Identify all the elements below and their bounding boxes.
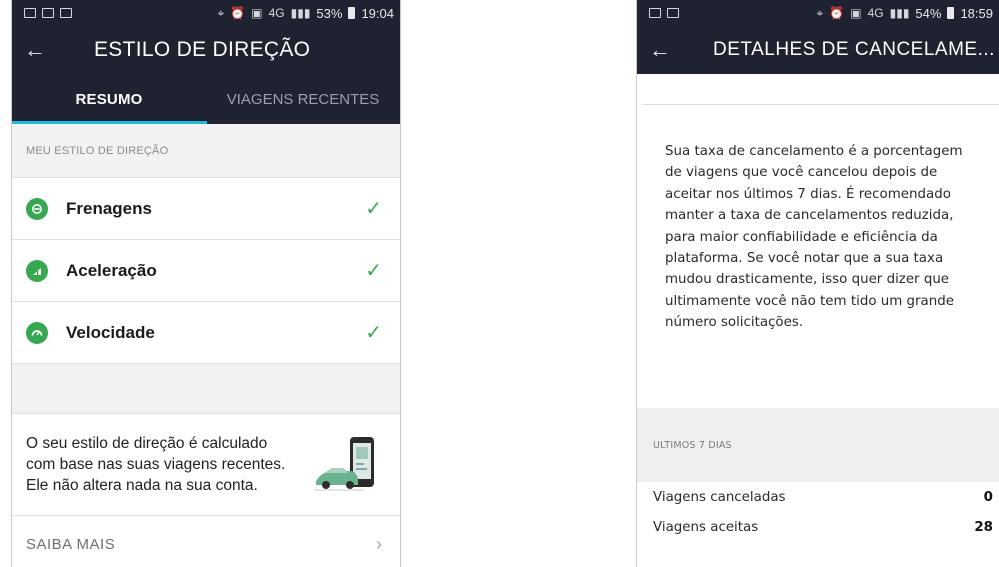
- battery-icon: [348, 7, 356, 19]
- tab-resumo[interactable]: RESUMO: [12, 74, 206, 124]
- section-header: MEU ESTILO DE DIREÇÃO: [12, 124, 400, 178]
- app-bar: ← ESTILO DE DIREÇÃO: [12, 26, 400, 74]
- location-icon: ⌖: [217, 5, 225, 20]
- alarm-icon: ⏰: [829, 6, 845, 20]
- status-notification-icons: [24, 8, 72, 18]
- driving-item-velocidade[interactable]: Velocidade ✓: [12, 302, 400, 364]
- clock: 19:04: [361, 5, 394, 21]
- cancellation-details-screen: ⌖ ⏰ ▣ 4G ▮▮▮ 54% 18:59 ← DETALHES DE CAN…: [636, 0, 999, 567]
- tab-bar: RESUMO VIAGENS RECENTES: [12, 74, 400, 124]
- battery-percent: 54%: [915, 5, 942, 21]
- back-arrow-icon[interactable]: ←: [649, 37, 673, 63]
- stat-value: 28: [974, 519, 993, 535]
- active-tab-indicator: [12, 121, 207, 124]
- learn-more-row[interactable]: SAIBA MAIS ›: [12, 516, 400, 567]
- page-title: DETALHES DE CANCELAME...: [713, 39, 995, 60]
- clock: 18:59: [960, 5, 993, 21]
- battery-icon: [947, 7, 955, 19]
- alarm-icon: ⏰: [230, 6, 246, 20]
- acceleration-icon: [26, 259, 48, 282]
- stat-label: Viagens canceladas: [653, 489, 786, 505]
- check-icon: ✓: [365, 260, 382, 282]
- item-label: Aceleração: [66, 260, 157, 280]
- stat-row-aceitas: Viagens aceitas 28: [637, 512, 999, 542]
- spacer-band: [12, 364, 400, 414]
- driving-item-frenagens[interactable]: Frenagens ✓: [12, 178, 400, 240]
- back-arrow-icon[interactable]: ←: [24, 37, 48, 63]
- status-system-icons: ⌖ ⏰ ▣ 4G ▮▮▮ 53% 19:04: [218, 6, 394, 21]
- network-type: 4G: [268, 6, 285, 20]
- status-bar: ⌖ ⏰ ▣ 4G ▮▮▮ 54% 18:59: [637, 0, 999, 26]
- cancellation-explanation: Sua taxa de cancelamento é a porcentagem…: [665, 144, 963, 331]
- signal-icon: ▮▮▮: [889, 6, 910, 20]
- battery-percent: 53%: [316, 5, 343, 21]
- item-label: Frenagens: [66, 198, 152, 218]
- gallery-icon: [60, 8, 72, 18]
- section-header: ULTIMOS 7 DIAS: [637, 408, 999, 482]
- stat-row-canceladas: Viagens canceladas 0: [637, 482, 999, 512]
- nfc-icon: ▣: [251, 6, 263, 20]
- brake-icon: [26, 197, 48, 220]
- network-type: 4G: [867, 6, 884, 20]
- location-icon: ⌖: [816, 5, 824, 20]
- driving-item-aceleracao[interactable]: Aceleração ✓: [12, 240, 400, 302]
- app-bar: ← DETALHES DE CANCELAME...: [637, 26, 999, 74]
- speed-icon: [26, 321, 48, 344]
- car-phone-illustration-icon: [314, 436, 374, 490]
- driving-style-screen: ⌖ ⏰ ▣ 4G ▮▮▮ 53% 19:04 ← ESTILO DE DIREÇ…: [11, 0, 401, 567]
- mail-icon: [42, 8, 54, 18]
- status-bar: ⌖ ⏰ ▣ 4G ▮▮▮ 53% 19:04: [12, 0, 400, 26]
- stat-label: Viagens aceitas: [653, 519, 759, 535]
- status-notification-icons: [649, 8, 679, 18]
- signal-icon: ▮▮▮: [290, 6, 311, 20]
- chevron-right-icon: ›: [376, 533, 382, 554]
- screenshot-canvas: ⌖ ⏰ ▣ 4G ▮▮▮ 53% 19:04 ← ESTILO DE DIREÇ…: [0, 0, 999, 567]
- check-icon: ✓: [365, 198, 382, 220]
- tab-viagens-recentes[interactable]: VIAGENS RECENTES: [206, 74, 400, 124]
- check-icon: ✓: [365, 322, 382, 344]
- item-label: Velocidade: [66, 322, 155, 342]
- page-title: ESTILO DE DIREÇÃO: [94, 38, 311, 61]
- nfc-icon: ▣: [850, 6, 862, 20]
- gallery-icon: [667, 8, 679, 18]
- info-text: O seu estilo de direção é calculado com …: [26, 435, 286, 494]
- screen-icon: [24, 8, 36, 18]
- screen-icon: [649, 8, 661, 18]
- stat-value: 0: [983, 489, 993, 505]
- learn-more-link[interactable]: SAIBA MAIS: [26, 536, 376, 553]
- status-system-icons: ⌖ ⏰ ▣ 4G ▮▮▮ 54% 18:59: [817, 6, 993, 21]
- info-card: O seu estilo de direção é calculado com …: [12, 414, 400, 516]
